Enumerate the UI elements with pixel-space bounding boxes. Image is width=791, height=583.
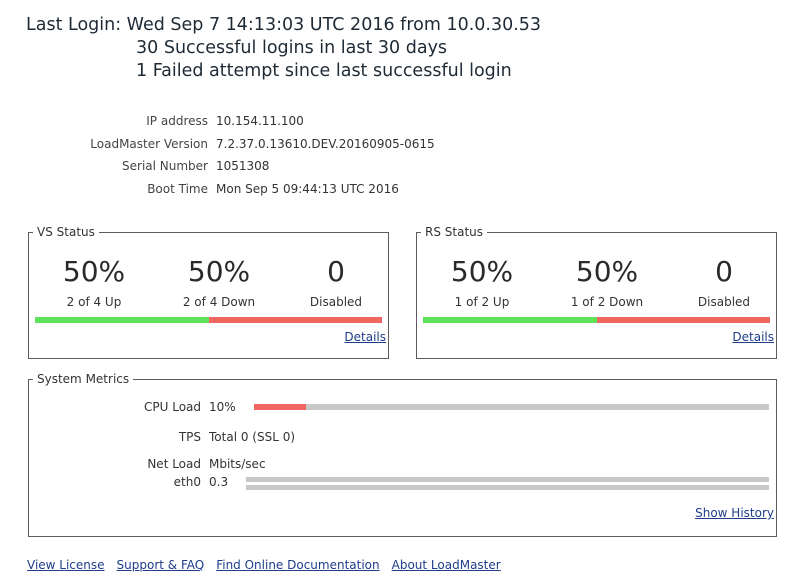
net-load-unit: Mbits/sec xyxy=(209,457,266,471)
vs-up-stat: 50% 2 of 4 Up xyxy=(39,255,149,309)
tps-label: TPS xyxy=(178,430,201,444)
cpu-load-track xyxy=(254,404,769,410)
rs-disabled-stat: 0 Disabled xyxy=(669,255,779,309)
info-value: Mon Sep 5 09:44:13 UTC 2016 xyxy=(216,181,399,196)
vs-disabled-label: Disabled xyxy=(309,295,363,309)
info-label: IP address xyxy=(146,114,208,129)
info-label: Boot Time xyxy=(147,181,208,196)
system-metrics-panel: System Metrics CPU Load 10% TPS Total 0 … xyxy=(28,372,777,537)
footer-links: View License Support & FAQ Find Online D… xyxy=(27,558,501,572)
rs-down-stat: 50% 1 of 2 Down xyxy=(552,255,662,309)
cpu-load-fill xyxy=(254,404,306,410)
tps-value: Total 0 (SSL 0) xyxy=(209,430,296,444)
info-row-serial: Serial Number 1051308 xyxy=(40,155,435,178)
eth0-track-upper xyxy=(246,477,769,482)
cpu-load-value: 10% xyxy=(209,400,236,414)
last-login-text: Last Login: Wed Sep 7 14:13:03 UTC 2016 … xyxy=(26,15,542,35)
rs-disabled-number: 0 xyxy=(715,255,733,288)
rs-status-title: RS Status xyxy=(421,225,488,239)
eth0-row: eth0 0.3 xyxy=(29,475,228,489)
tps-row: TPS Total 0 (SSL 0) xyxy=(29,430,295,444)
rs-down-bar xyxy=(596,317,770,323)
rs-details-link[interactable]: Details xyxy=(732,330,774,344)
vs-status-title: VS Status xyxy=(33,225,99,239)
info-value: 1051308 xyxy=(216,159,270,174)
info-value: 10.154.11.100 xyxy=(216,114,304,129)
vs-disabled-number: 0 xyxy=(327,255,345,288)
failed-attempts-text: 1 Failed attempt since last successful l… xyxy=(136,61,512,81)
rs-disabled-label: Disabled xyxy=(697,295,751,309)
about-loadmaster-link[interactable]: About LoadMaster xyxy=(392,558,501,572)
rs-up-count: 1 of 2 Up xyxy=(454,295,510,309)
net-load-label: Net Load xyxy=(147,457,201,471)
eth0-track-lower xyxy=(246,485,769,490)
vs-status-panel: VS Status 50% 2 of 4 Up 50% 2 of 4 Down … xyxy=(28,225,391,359)
rs-down-count: 1 of 2 Down xyxy=(570,295,644,309)
rs-status-bar xyxy=(423,317,770,323)
info-row-boot-time: Boot Time Mon Sep 5 09:44:13 UTC 2016 xyxy=(40,178,435,201)
rs-up-bar xyxy=(423,317,597,323)
vs-down-stat: 50% 2 of 4 Down xyxy=(164,255,274,309)
support-faq-link[interactable]: Support & FAQ xyxy=(117,558,205,572)
rs-up-percent: 50% xyxy=(450,255,514,288)
info-value: 7.2.37.0.13610.DEV.20160905-0615 xyxy=(216,136,435,151)
vs-down-count: 2 of 4 Down xyxy=(182,295,256,309)
system-info: IP address 10.154.11.100 LoadMaster Vers… xyxy=(40,110,435,201)
rs-status-panel: RS Status 50% 1 of 2 Up 50% 1 of 2 Down … xyxy=(416,225,779,359)
vs-up-count: 2 of 4 Up xyxy=(66,295,122,309)
net-load-row: Net Load Mbits/sec xyxy=(29,457,266,471)
rs-down-percent: 50% xyxy=(575,255,639,288)
system-metrics-title: System Metrics xyxy=(33,372,134,386)
vs-up-bar xyxy=(35,317,209,323)
vs-status-bar xyxy=(35,317,382,323)
info-label: LoadMaster Version xyxy=(90,136,208,151)
eth0-label: eth0 xyxy=(173,475,201,489)
successful-logins-text: 30 Successful logins in last 30 days xyxy=(136,38,448,58)
cpu-load-label: CPU Load xyxy=(144,400,201,414)
show-history-link[interactable]: Show History xyxy=(695,506,774,520)
vs-up-percent: 50% xyxy=(62,255,126,288)
vs-down-percent: 50% xyxy=(187,255,251,288)
login-summary: Last Login: Wed Sep 7 14:13:03 UTC 2016 … xyxy=(26,14,541,83)
cpu-load-row: CPU Load 10% xyxy=(29,400,236,414)
vs-details-link[interactable]: Details xyxy=(344,330,386,344)
rs-up-stat: 50% 1 of 2 Up xyxy=(427,255,537,309)
info-row-ip: IP address 10.154.11.100 xyxy=(40,110,435,133)
info-label: Serial Number xyxy=(122,159,208,174)
eth0-value: 0.3 xyxy=(209,475,229,489)
view-license-link[interactable]: View License xyxy=(27,558,105,572)
vs-disabled-stat: 0 Disabled xyxy=(281,255,391,309)
vs-down-bar xyxy=(208,317,382,323)
info-row-version: LoadMaster Version 7.2.37.0.13610.DEV.20… xyxy=(40,133,435,156)
online-docs-link[interactable]: Find Online Documentation xyxy=(216,558,379,572)
